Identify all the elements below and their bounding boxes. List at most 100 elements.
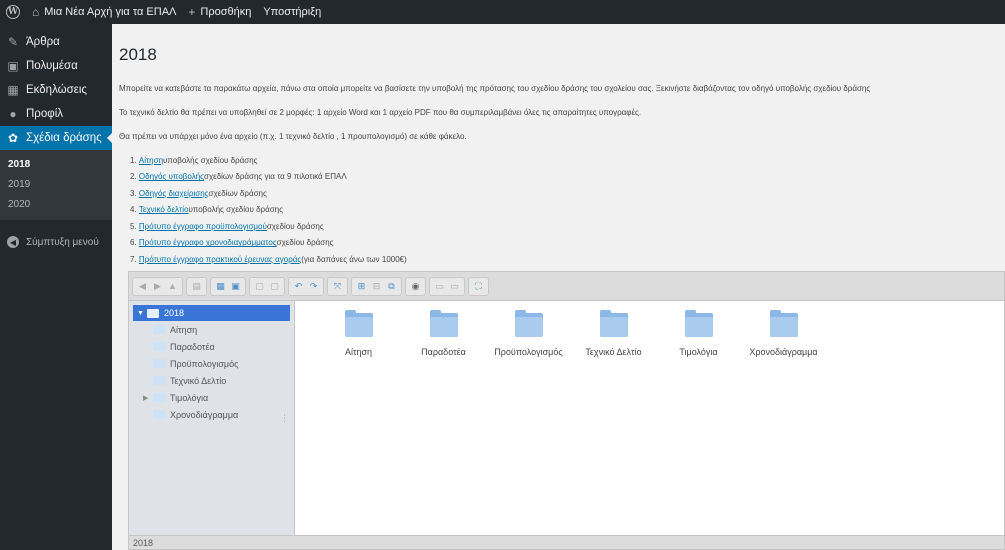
menu-item-label: Σχέδια δράσης: [26, 132, 102, 144]
folder-item[interactable]: Αίτηση: [316, 310, 401, 536]
document-link[interactable]: Οδηγός υποβολής: [139, 172, 204, 181]
menu-item-media[interactable]: ▣ Πολυμέσα: [0, 54, 112, 78]
toolbar-group: ▭ ▭: [429, 276, 465, 296]
document-link[interactable]: Πρότυπο έγγραφο πρακτικού έρευνας αγοράς: [139, 255, 301, 264]
folder-icon: [146, 308, 159, 318]
resize-handle[interactable]: ⋮: [280, 413, 289, 424]
tree-folder[interactable]: Χρονοδιάγραμμα: [129, 406, 294, 423]
admin-sidebar: ✎ Άρθρα ▣ Πολυμέσα ▦ Εκδηλώσεις ● Προφίλ…: [0, 24, 113, 550]
toolbar-group: ▦ ▣: [210, 276, 246, 296]
list-item-text: σχεδίου δράσης: [276, 238, 334, 248]
list-item-text: υποβολής σχεδίου δράσης: [188, 205, 283, 215]
info-icon[interactable]: ▢: [253, 280, 266, 293]
folder-icon: [769, 310, 798, 337]
tree-folder[interactable]: Προϋπολογισμός: [129, 355, 294, 372]
home-icon: ⌂: [32, 5, 40, 19]
document-link[interactable]: Πρότυπο έγγραφο χρονοδιαγράμματος: [139, 238, 277, 247]
view-icon[interactable]: ◉: [409, 280, 422, 293]
list-item: 2. Οδηγός υποβολής σχεδίων δράσης για τα…: [130, 169, 407, 186]
wordpress-logo-button[interactable]: W: [0, 0, 26, 24]
calendar-icon: ▦: [7, 83, 19, 97]
open-icon[interactable]: ▦: [214, 280, 227, 293]
tree-folder-label: Τιμολόγια: [170, 392, 209, 403]
grid-view-icon[interactable]: ⊞: [355, 280, 368, 293]
folder-item[interactable]: Τιμολόγια: [656, 310, 741, 536]
submenu-item-2018[interactable]: 2018: [0, 154, 112, 174]
status-path: 2018: [133, 537, 154, 548]
menu-item-posts[interactable]: ✎ Άρθρα: [0, 30, 112, 54]
tree-root-folder[interactable]: ▼ 2018: [133, 305, 290, 321]
list-item-text: σχεδίου δράσης: [266, 221, 324, 231]
file-grid: Αίτηση Παραδοτέα Προϋπολογισμός Τεχνικό …: [296, 301, 1004, 536]
folder-icon: [153, 410, 165, 419]
list-view-icon[interactable]: ⊟: [370, 280, 383, 293]
menu-item-label: Εκδηλώσεις: [26, 84, 87, 96]
forward-icon[interactable]: ▶: [151, 280, 164, 293]
reload-icon[interactable]: ▤: [190, 280, 203, 293]
toolbar-group: ⛶: [468, 276, 489, 296]
tree-folder[interactable]: Αίτηση: [129, 321, 294, 338]
list-item-text: σχεδίων δράσης: [208, 188, 267, 198]
toolbar-group: ◀ ▶ ▲: [132, 276, 183, 296]
toolbar-group: ▤: [186, 276, 207, 296]
details-view-icon[interactable]: ▭: [448, 280, 461, 293]
list-item: 4. Τεχνικό δελτίο υποβολής σχεδίου δράση…: [130, 202, 407, 219]
tree-folder[interactable]: Τεχνικό Δελτίο: [129, 372, 294, 389]
plus-icon: +: [188, 5, 196, 19]
tree-folder[interactable]: Παραδοτέα: [129, 338, 294, 355]
menu-item-action-plans[interactable]: ✿ Σχέδια δράσης: [0, 126, 113, 150]
tree-folder-label: Τεχνικό Δελτίο: [170, 375, 227, 386]
document-link[interactable]: Οδηγός διαχείρισης: [139, 189, 209, 198]
intro-text: Θα πρέπει να υπάρχει μόνο ένα αρχείο (π.…: [119, 132, 467, 141]
folder-icon: [429, 310, 458, 337]
media-icon: ▣: [7, 59, 19, 73]
menu-item-events[interactable]: ▦ Εκδηλώσεις: [0, 78, 112, 102]
preview-icon[interactable]: ▢: [268, 280, 281, 293]
document-link[interactable]: Αίτηση: [139, 156, 163, 165]
file-manager-statusbar: 2018: [129, 535, 1004, 549]
folder-icon: [153, 325, 165, 334]
folder-icon: [153, 376, 165, 385]
support-label: Υποστήριξη: [263, 6, 322, 18]
support-link[interactable]: Υποστήριξη: [257, 0, 327, 24]
user-icon: ●: [9, 107, 17, 121]
select-all-icon[interactable]: ⤧: [331, 280, 344, 293]
collapse-menu-button[interactable]: ◀ Σύμπτυξη μενού: [0, 230, 112, 254]
toolbar-group: ↶ ↷: [288, 276, 324, 296]
collapse-menu-label: Σύμπτυξη μενού: [26, 236, 99, 248]
folder-item[interactable]: Προϋπολογισμός: [486, 310, 571, 536]
folder-item[interactable]: Τεχνικό Δελτίο: [571, 310, 656, 536]
menu-item-profile[interactable]: ● Προφίλ: [0, 102, 112, 126]
document-list: 1. Αίτηση υποβολής σχεδίου δράσης 2. Οδη…: [130, 152, 407, 268]
folder-icon: [153, 342, 165, 351]
document-link[interactable]: Πρότυπο έγγραφο προϋπολογισμού: [139, 222, 267, 231]
tree-folder-label: Προϋπολογισμός: [170, 358, 239, 369]
up-icon[interactable]: ▲: [166, 280, 179, 293]
folder-item[interactable]: Χρονοδιάγραμμα: [741, 310, 826, 536]
submenu-item-2019[interactable]: 2019: [0, 174, 112, 194]
list-item-text: υποβολής σχεδίου δράσης: [163, 155, 258, 165]
expand-icon[interactable]: ▼: [137, 310, 144, 317]
redo-icon[interactable]: ↷: [307, 280, 320, 293]
fullscreen-icon[interactable]: ⛶: [472, 280, 485, 293]
tree-folder-label: Παραδοτέα: [170, 341, 215, 352]
copy-icon[interactable]: ⧉: [385, 280, 398, 293]
folder-label: Τεχνικό Δελτίο: [585, 347, 642, 357]
icons-view-icon[interactable]: ▭: [433, 280, 446, 293]
folder-item[interactable]: Παραδοτέα: [401, 310, 486, 536]
list-item: 3. Οδηγός διαχείρισης σχεδίων δράσης: [130, 185, 407, 202]
collapse-icon: ◀: [6, 235, 20, 249]
submenu-item-2020[interactable]: 2020: [0, 194, 112, 214]
list-item: 5. Πρότυπο έγγραφο προϋπολογισμού σχεδίο…: [130, 218, 407, 235]
new-content-button[interactable]: + Προσθήκη: [182, 0, 257, 24]
list-item: 1. Αίτηση υποβολής σχεδίου δράσης: [130, 152, 407, 169]
site-name-link[interactable]: ⌂ Μια Νέα Αρχή για τα ΕΠΑΛ: [26, 0, 182, 24]
undo-icon[interactable]: ↶: [292, 280, 305, 293]
back-icon[interactable]: ◀: [136, 280, 149, 293]
document-link[interactable]: Τεχνικό δελτίο: [139, 205, 189, 214]
download-icon[interactable]: ▣: [229, 280, 242, 293]
expand-arrow-icon[interactable]: ▶: [143, 394, 148, 402]
list-number: 7.: [130, 254, 137, 264]
list-number: 3.: [130, 188, 137, 198]
tree-folder[interactable]: ▶ Τιμολόγια: [129, 389, 294, 406]
